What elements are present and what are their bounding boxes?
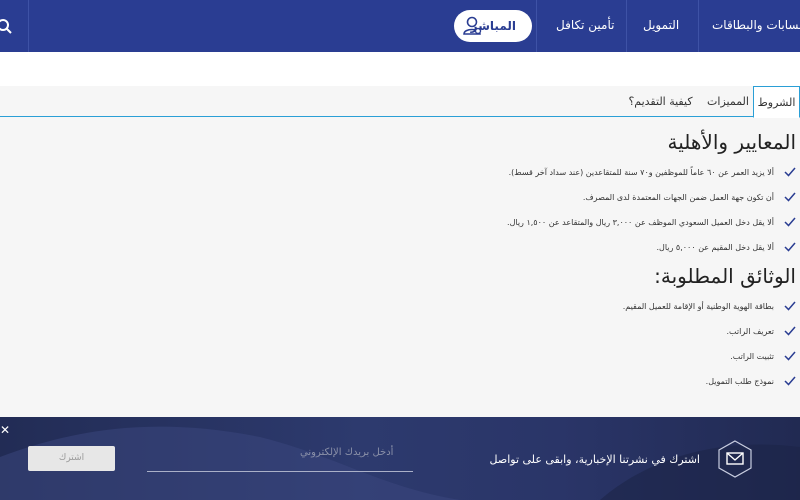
check-icon — [784, 326, 796, 336]
criteria-text: أن تكون جهة العمل ضمن الجهات المعتمدة لد… — [582, 192, 774, 202]
list-item: تعريف الراتب. — [727, 323, 796, 339]
nav-item-accounts-cards[interactable]: الحسابات والبطاقات — [712, 18, 800, 32]
list-item: أن تكون جهة العمل ضمن الجهات المعتمدة لد… — [583, 189, 796, 205]
newsletter-footer: ✕ اشترك أدخل بريدك الإلكتروني اشترك في ن… — [0, 417, 800, 500]
tab-how-to-apply[interactable]: كيفية التقديم؟ — [618, 86, 703, 117]
check-icon — [784, 301, 796, 311]
email-input[interactable]: أدخل بريدك الإلكتروني — [300, 447, 393, 458]
nav-item-takaful-insurance[interactable]: تأمين تكافل — [556, 18, 614, 32]
document-text: تعريف الراتب. — [726, 326, 774, 336]
document-text: نموذج طلب التمويل. — [705, 376, 774, 386]
subscribe-button[interactable]: اشترك — [28, 446, 115, 471]
check-icon — [784, 217, 796, 227]
check-icon — [784, 376, 796, 386]
nav-separator — [698, 0, 699, 52]
list-item: ألا يقل دخل المقيم عن ٥,٠٠٠ ريال. — [656, 239, 796, 255]
tabs-bar: الشروط المميزات كيفية التقديم؟ — [0, 86, 800, 118]
list-item: ألا يقل دخل العميل السعودي الموظف عن ٣,٠… — [507, 214, 796, 230]
top-navigation-bar: الحسابات والبطاقات التمويل تأمين تكافل ا… — [0, 0, 800, 52]
criteria-text: ألا يزيد العمر عن ٦٠ عاماً للموظفين و٧٠ … — [508, 167, 774, 177]
list-item: بطاقة الهوية الوطنية أو الإقامة للعميل ا… — [623, 298, 796, 314]
check-icon — [784, 192, 796, 202]
document-text: تثبيت الراتب. — [730, 351, 774, 361]
tab-features[interactable]: المميزات — [703, 86, 753, 117]
user-chat-icon — [463, 16, 482, 35]
nav-separator — [626, 0, 627, 52]
email-input-underline — [147, 471, 413, 472]
check-icon — [784, 167, 796, 177]
list-item: تثبيت الراتب. — [730, 348, 796, 364]
check-icon — [784, 242, 796, 252]
check-icon — [784, 351, 796, 361]
tab-terms[interactable]: الشروط — [753, 86, 800, 118]
live-chat-button[interactable]: المباشر — [454, 10, 532, 42]
header-spacer — [0, 52, 800, 86]
documents-heading: الوثائق المطلوبة: — [654, 264, 796, 288]
list-item: نموذج طلب التمويل. — [706, 373, 796, 389]
envelope-icon — [718, 440, 752, 478]
newsletter-text: اشترك في نشرتنا الإخبارية، وابقى على توا… — [489, 453, 700, 466]
list-item: ألا يزيد العمر عن ٦٠ عاماً للموظفين و٧٠ … — [509, 164, 796, 180]
criteria-text: ألا يقل دخل المقيم عن ٥,٠٠٠ ريال. — [656, 242, 774, 252]
nav-separator — [536, 0, 537, 52]
search-divider — [28, 0, 29, 52]
criteria-heading: المعايير والأهلية — [667, 130, 797, 154]
nav-item-financing[interactable]: التمويل — [643, 18, 679, 32]
search-icon[interactable] — [0, 18, 14, 36]
close-icon[interactable]: ✕ — [0, 423, 10, 437]
criteria-text: ألا يقل دخل العميل السعودي الموظف عن ٣,٠… — [507, 217, 774, 227]
document-text: بطاقة الهوية الوطنية أو الإقامة للعميل ا… — [622, 301, 774, 311]
